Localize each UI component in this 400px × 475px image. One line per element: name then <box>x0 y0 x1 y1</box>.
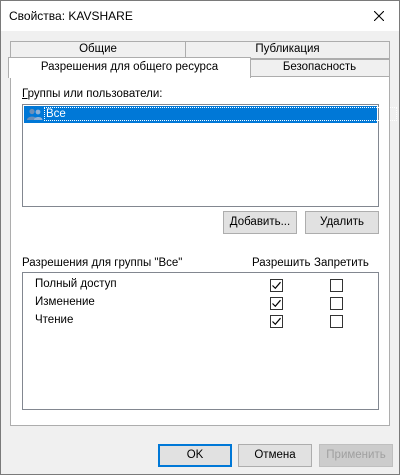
tab-share-permissions[interactable]: Разрешения для общего ресурса <box>8 57 251 78</box>
permission-name: Изменение <box>35 296 95 308</box>
cancel-button[interactable]: Отмена <box>238 444 312 467</box>
checkmark-icon <box>272 317 281 326</box>
checkmark-icon <box>272 299 281 308</box>
window-title: Свойства: KAVSHARE <box>9 9 133 23</box>
add-button[interactable]: Добавить... <box>223 211 297 234</box>
permission-name: Полный доступ <box>35 278 117 290</box>
title-bar: Свойства: KAVSHARE <box>1 1 399 31</box>
permission-name: Чтение <box>35 314 74 326</box>
deny-checkbox[interactable] <box>330 315 343 328</box>
table-row: Изменение <box>24 294 377 312</box>
cancel-button-label: Отмена <box>254 449 296 461</box>
deny-checkbox[interactable] <box>330 279 343 292</box>
ok-button[interactable]: OK <box>158 444 232 467</box>
permissions-list: Полный доступ Изменение Чтение <box>22 272 379 410</box>
checkmark-icon <box>272 281 281 290</box>
groups-label-text: руппы или пользователи: <box>27 88 163 100</box>
list-item[interactable]: Все <box>24 106 397 124</box>
allow-checkbox[interactable] <box>270 279 283 292</box>
tab-security-label: Безопасность <box>282 61 357 73</box>
allow-header: Разрешить <box>252 257 311 269</box>
permissions-label: Разрешения для группы "Все" <box>22 257 183 269</box>
allow-checkbox[interactable] <box>270 297 283 310</box>
ok-button-label: OK <box>186 449 204 461</box>
apply-button[interactable]: Применить <box>319 444 393 467</box>
remove-button[interactable]: Удалить <box>305 211 379 234</box>
focus-rectangle <box>44 107 397 121</box>
tab-publication-label: Публикация <box>255 43 320 55</box>
tab-panel: Группы или пользователи: Все Добавить... <box>10 76 397 426</box>
table-row: Полный доступ <box>24 276 377 294</box>
remove-button-label: Удалить <box>320 216 364 228</box>
deny-checkbox[interactable] <box>330 297 343 310</box>
groups-label: Группы или пользователи: <box>22 88 163 100</box>
allow-checkbox[interactable] <box>270 315 283 328</box>
close-button[interactable] <box>359 1 399 31</box>
tab-security[interactable]: Безопасность <box>249 59 390 77</box>
properties-dialog: Свойства: KAVSHARE Общие Публикация Безо… <box>0 0 400 475</box>
apply-button-label: Применить <box>326 449 386 461</box>
group-name: Все <box>46 108 66 120</box>
close-icon <box>374 11 384 21</box>
groups-listbox[interactable]: Все <box>22 104 397 207</box>
tab-share-permissions-label: Разрешения для общего ресурса <box>40 61 219 73</box>
deny-header: Запретить <box>314 257 369 269</box>
table-row: Чтение <box>24 312 377 330</box>
users-icon <box>26 108 44 124</box>
tab-general-label: Общие <box>79 43 117 55</box>
add-button-label: Добавить... <box>229 216 291 228</box>
